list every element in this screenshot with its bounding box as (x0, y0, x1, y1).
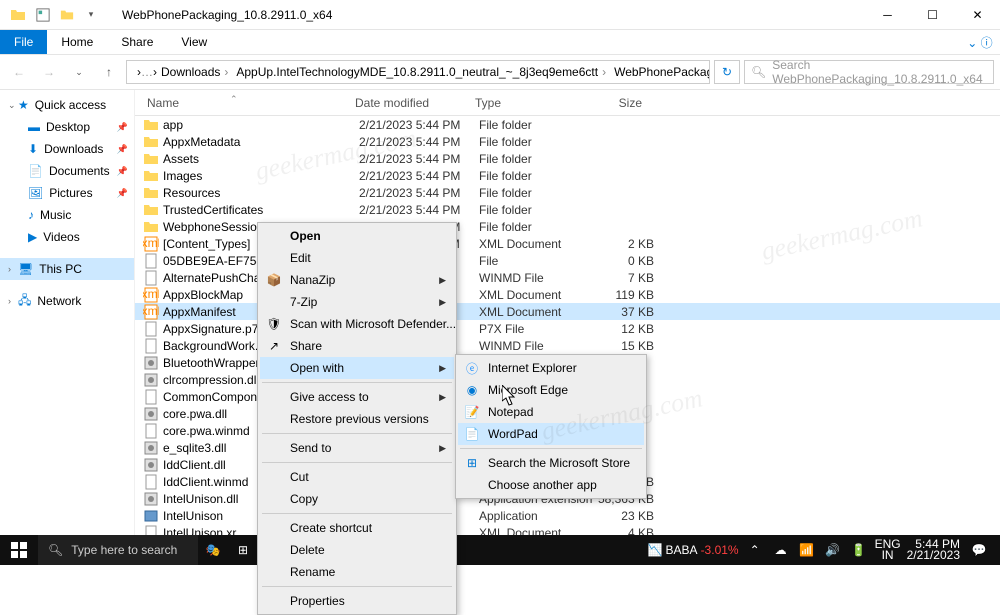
tb-task-view[interactable]: ⊞ (228, 535, 258, 565)
tray-stock[interactable]: 📉 BABA -3.01% (647, 543, 738, 557)
nav-network[interactable]: ›🖧Network (0, 290, 134, 312)
tray-wifi[interactable]: 📶 (797, 535, 817, 565)
start-button[interactable] (0, 535, 38, 565)
ow-another[interactable]: Choose another app (458, 474, 644, 496)
ctx-open[interactable]: Open (260, 225, 454, 247)
context-menu: Open Edit 📦NanaZip▶ 7-Zip▶ 🛡Scan with Mi… (257, 222, 457, 615)
svg-text:xml: xml (143, 236, 159, 250)
ow-wordpad[interactable]: 📄WordPad (458, 423, 644, 445)
file-row[interactable]: Resources2/21/2023 5:44 PMFile folder (135, 184, 1000, 201)
qat-dropdown[interactable]: ▾ (80, 4, 102, 26)
maximize-button[interactable]: ☐ (910, 0, 955, 30)
search-icon: 🔍︎ (751, 65, 766, 79)
file-row[interactable]: Assets2/21/2023 5:44 PMFile folder (135, 150, 1000, 167)
col-header-date[interactable]: Date modified (355, 96, 475, 110)
ribbon-help[interactable]: ⌄ ⓘ (960, 30, 1000, 54)
search-input[interactable]: 🔍︎ Search WebPhonePackaging_10.8.2911.0_… (744, 60, 994, 84)
open-with-submenu: ⓔInternet Explorer ◉Microsoft Edge 📝Note… (455, 354, 647, 499)
tray-onedrive[interactable]: ☁ (771, 535, 791, 565)
shield-icon: 🛡 (266, 316, 282, 332)
ow-store[interactable]: ⊞Search the Microsoft Store (458, 452, 644, 474)
file-row[interactable]: AppxMetadata2/21/2023 5:44 PMFile folder (135, 133, 1000, 150)
nav-up[interactable]: ↑ (96, 59, 122, 85)
ctx-open-with[interactable]: Open with▶ (260, 357, 454, 379)
ctx-7zip[interactable]: 7-Zip▶ (260, 291, 454, 313)
ctx-edit[interactable]: Edit (260, 247, 454, 269)
ctx-defender[interactable]: 🛡Scan with Microsoft Defender... (260, 313, 454, 335)
notepad-icon: 📝 (464, 404, 480, 420)
tray-clock[interactable]: 5:44 PM2/21/2023 (907, 539, 960, 561)
refresh-button[interactable]: ↻ (714, 60, 740, 84)
svg-text:xml: xml (143, 287, 159, 301)
ctx-restore[interactable]: Restore previous versions (260, 408, 454, 430)
ctx-nanazip[interactable]: 📦NanaZip▶ (260, 269, 454, 291)
taskbar: 🔍︎Type here to search 🎭 ⊞ ◉ 📁 🛍 ✉ 🦊 📉 BA… (0, 535, 1000, 565)
nanazip-icon: 📦 (266, 272, 282, 288)
search-icon: 🔍︎ (48, 543, 63, 557)
ctx-copy[interactable]: Copy (260, 488, 454, 510)
file-row[interactable]: Images2/21/2023 5:44 PMFile folder (135, 167, 1000, 184)
nav-pane: ⌄★Quick access ▬Desktop📌 ⬇Downloads📌 📄Do… (0, 90, 135, 538)
nav-forward[interactable]: → (36, 59, 62, 85)
tray-notifications[interactable]: 💬 (966, 535, 992, 565)
file-row[interactable]: TrustedCertificates2/21/2023 5:44 PMFile… (135, 201, 1000, 218)
ctx-delete[interactable]: Delete (260, 539, 454, 561)
ctx-send-to[interactable]: Send to▶ (260, 437, 454, 459)
ctx-rename[interactable]: Rename (260, 561, 454, 583)
tray-battery[interactable]: 🔋 (849, 535, 869, 565)
window-title: WebPhonePackaging_10.8.2911.0_x64 (122, 8, 332, 22)
close-button[interactable]: ✕ (955, 0, 1000, 30)
minimize-button[interactable]: ─ (865, 0, 910, 30)
ie-icon: ⓔ (464, 360, 480, 376)
taskbar-search[interactable]: 🔍︎Type here to search (38, 535, 198, 565)
nav-downloads[interactable]: ⬇Downloads📌 (0, 138, 134, 160)
tray-volume[interactable]: 🔊 (823, 535, 843, 565)
tb-mardi-gras[interactable]: 🎭 (198, 535, 228, 565)
store-icon: ⊞ (464, 455, 480, 471)
ctx-cut[interactable]: Cut (260, 466, 454, 488)
ctx-share[interactable]: ↗Share (260, 335, 454, 357)
tab-file[interactable]: File (0, 30, 47, 54)
nav-pictures[interactable]: 🖼Pictures📌 (0, 182, 134, 204)
share-icon: ↗ (266, 338, 282, 354)
ctx-shortcut[interactable]: Create shortcut (260, 517, 454, 539)
col-header-name[interactable]: Name⌃ (135, 96, 355, 110)
breadcrumb[interactable]: › … › Downloads› AppUp.IntelTechnologyMD… (126, 60, 710, 84)
ctx-give-access[interactable]: Give access to▶ (260, 386, 454, 408)
tab-view[interactable]: View (167, 30, 221, 54)
wordpad-icon: 📄 (464, 426, 480, 442)
col-header-size[interactable]: Size (590, 96, 650, 110)
edge-icon: ◉ (464, 382, 480, 398)
ow-ie[interactable]: ⓔInternet Explorer (458, 357, 644, 379)
file-row[interactable]: app2/21/2023 5:44 PMFile folder (135, 116, 1000, 133)
nav-quick-access[interactable]: ⌄★Quick access (0, 94, 134, 116)
tray-lang[interactable]: ENGIN (875, 539, 901, 561)
qat-properties[interactable] (32, 4, 54, 26)
svg-text:xml: xml (143, 304, 159, 318)
qat-new-folder[interactable] (56, 4, 78, 26)
nav-desktop[interactable]: ▬Desktop📌 (0, 116, 134, 138)
nav-recent[interactable]: ⌄ (66, 59, 92, 85)
nav-documents[interactable]: 📄Documents📌 (0, 160, 134, 182)
folder-icon (10, 7, 26, 23)
tray-up[interactable]: ⌃ (745, 535, 765, 565)
ow-edge[interactable]: ◉Microsoft Edge (458, 379, 644, 401)
ctx-properties[interactable]: Properties (260, 590, 454, 612)
nav-videos[interactable]: ▶Videos (0, 226, 134, 248)
nav-back[interactable]: ← (6, 59, 32, 85)
tab-home[interactable]: Home (47, 30, 107, 54)
nav-music[interactable]: ♪Music (0, 204, 134, 226)
tab-share[interactable]: Share (107, 30, 167, 54)
ow-notepad[interactable]: 📝Notepad (458, 401, 644, 423)
nav-this-pc[interactable]: ›🖥This PC (0, 258, 134, 280)
col-header-type[interactable]: Type (475, 96, 590, 110)
